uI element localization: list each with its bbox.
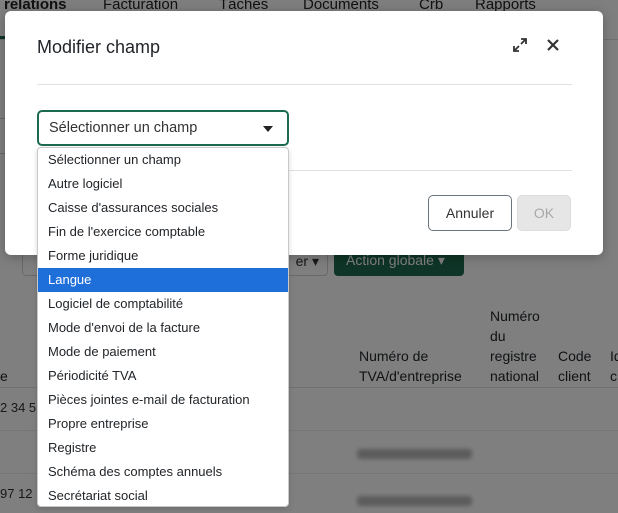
dropdown-option[interactable]: Caisse d'assurances sociales	[38, 196, 288, 220]
dropdown-option[interactable]: Périodicité TVA	[38, 364, 288, 388]
cancel-button[interactable]: Annuler	[428, 195, 512, 231]
field-select-value: Sélectionner un champ	[49, 120, 198, 136]
dropdown-option-highlighted[interactable]: Langue	[38, 268, 288, 292]
dropdown-option[interactable]: Propre entreprise	[38, 412, 288, 436]
dropdown-option[interactable]: Registre	[38, 436, 288, 460]
dropdown-option[interactable]: Pièces jointes e-mail de facturation	[38, 388, 288, 412]
expand-icon[interactable]	[512, 37, 528, 53]
modal-footer-divider	[288, 170, 572, 171]
dropdown-option[interactable]: Secrétariat social	[38, 484, 288, 506]
dropdown-option[interactable]: Fin de l'exercice comptable	[38, 220, 288, 244]
dropdown-option[interactable]: Autre logiciel	[38, 172, 288, 196]
dropdown-option[interactable]: Logiciel de comptabilité	[38, 292, 288, 316]
modal-title: Modifier champ	[37, 37, 161, 57]
chevron-down-icon	[263, 126, 273, 132]
ok-button[interactable]: OK	[517, 195, 571, 231]
close-icon[interactable]	[545, 37, 561, 53]
dropdown-option[interactable]: Forme juridique	[38, 244, 288, 268]
dropdown-option[interactable]: Sélectionner un champ	[38, 148, 288, 172]
modal-header-divider	[37, 84, 572, 85]
dropdown-option[interactable]: Mode de paiement	[38, 340, 288, 364]
field-dropdown-list: Sélectionner un champ Autre logiciel Cai…	[37, 147, 289, 507]
dropdown-option[interactable]: Schéma des comptes annuels	[38, 460, 288, 484]
field-select[interactable]: Sélectionner un champ	[37, 110, 289, 146]
dropdown-option[interactable]: Mode d'envoi de la facture	[38, 316, 288, 340]
